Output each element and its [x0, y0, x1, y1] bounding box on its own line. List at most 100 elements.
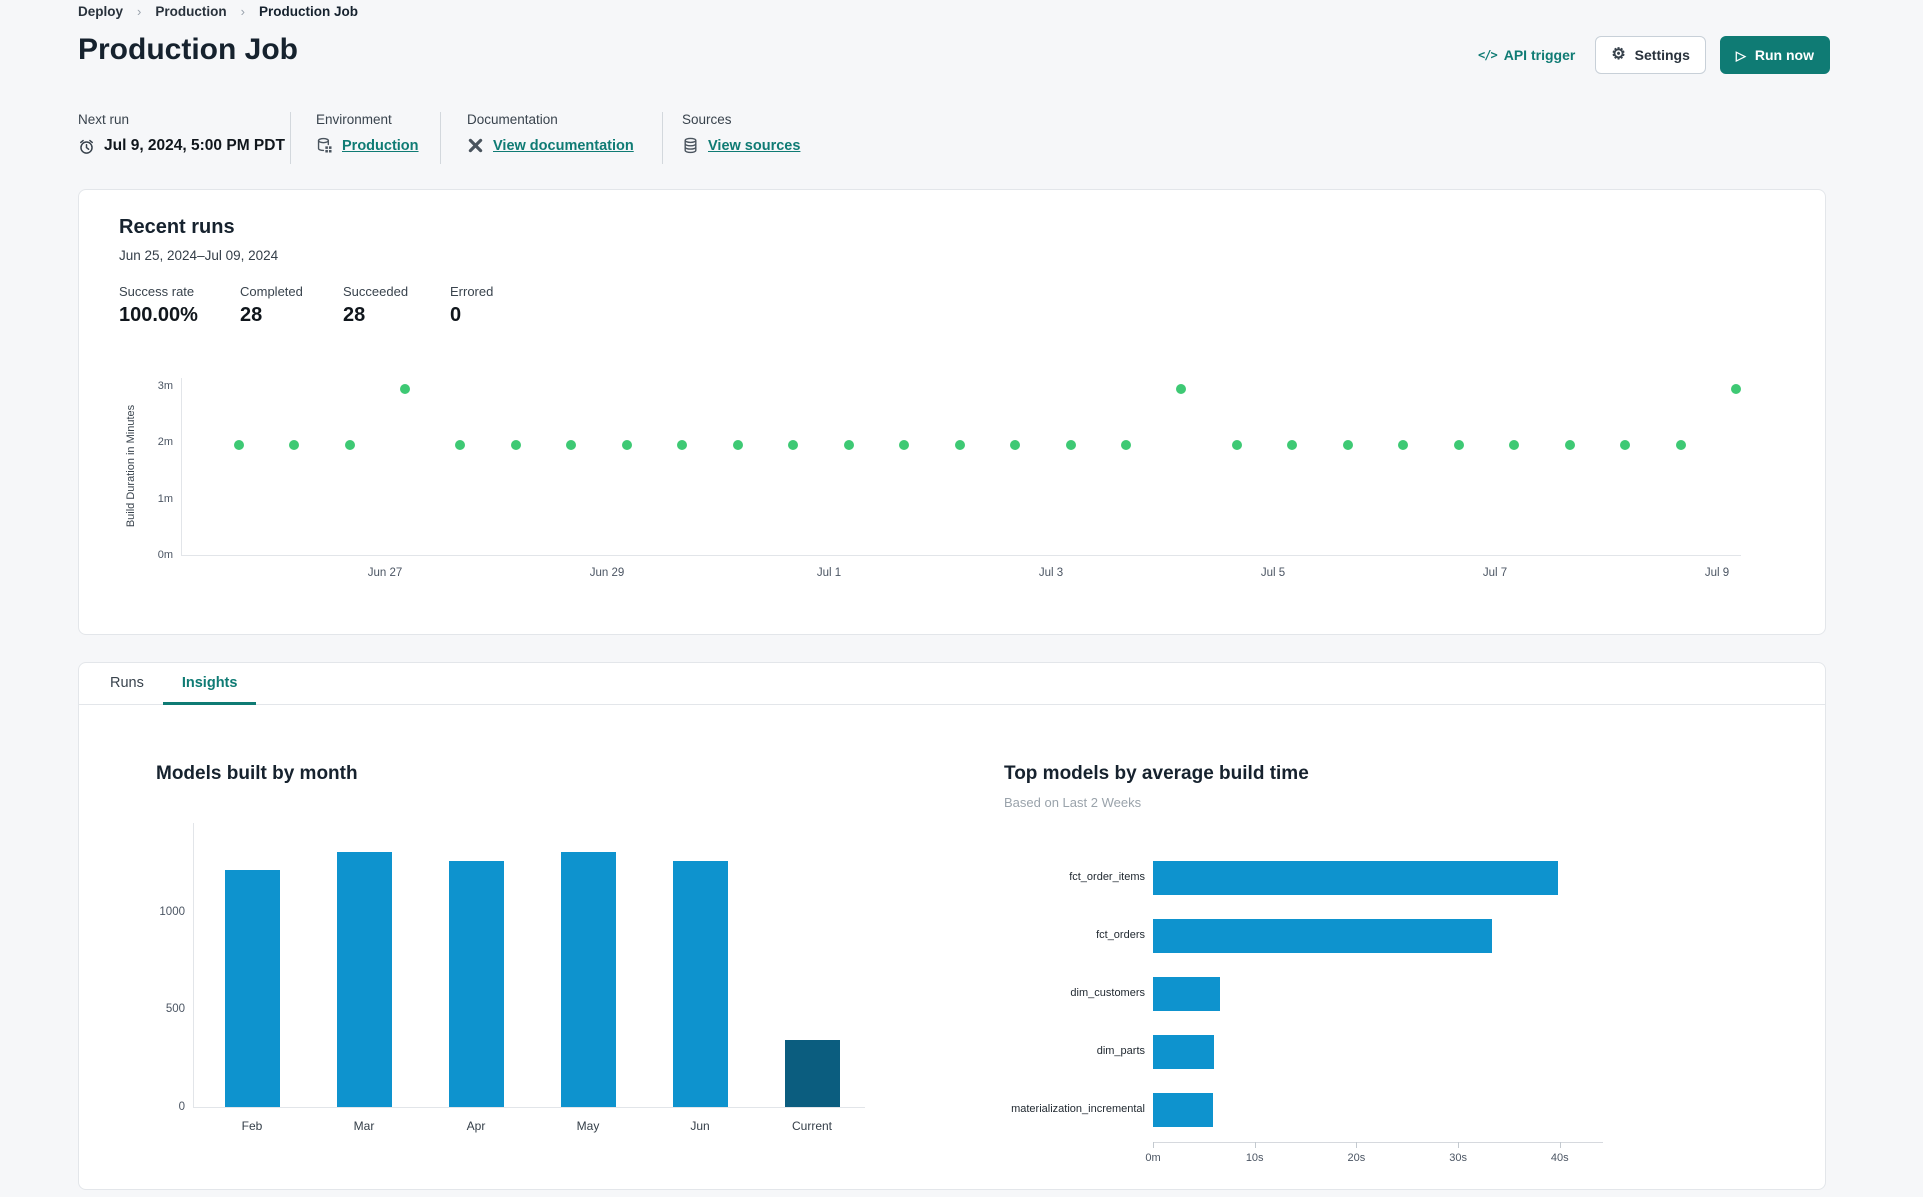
- breadcrumb-deploy[interactable]: Deploy: [78, 4, 123, 19]
- scatter-point[interactable]: [1287, 440, 1298, 451]
- y-tick-label: 1m: [157, 492, 173, 505]
- scatter-point[interactable]: [621, 440, 632, 451]
- stat-label: Succeeded: [343, 284, 409, 299]
- info-documentation: Documentation View documentation: [467, 112, 634, 154]
- scatter-point[interactable]: [1509, 440, 1520, 451]
- stat-success-rate: Success rate 100.00%: [119, 284, 198, 327]
- hbar-category-label: fct_order_items: [1069, 871, 1145, 883]
- scatter-point[interactable]: [1398, 440, 1409, 451]
- view-sources-link[interactable]: View sources: [708, 138, 800, 154]
- bar-current[interactable]: [784, 1039, 840, 1107]
- scatter-point[interactable]: [1010, 440, 1021, 451]
- y-axis-line: [193, 823, 194, 1107]
- x-tickmark: [1356, 1142, 1358, 1148]
- tab-insights[interactable]: Insights: [162, 663, 257, 705]
- info-sources: Sources View sources: [682, 112, 800, 154]
- x-tick-label: Jul 7: [1482, 567, 1508, 579]
- scatter-point[interactable]: [344, 440, 355, 451]
- recent-runs-card: Recent runs Jun 25, 2024–Jul 09, 2024 Su…: [78, 189, 1826, 635]
- scatter-point[interactable]: [510, 440, 521, 451]
- y-tick-label: 0: [178, 1101, 185, 1113]
- scatter-point[interactable]: [1176, 383, 1187, 394]
- documentation-label: Documentation: [467, 112, 558, 127]
- scatter-point[interactable]: [788, 440, 799, 451]
- scatter-point[interactable]: [1120, 440, 1131, 451]
- bar-fct_order_items[interactable]: [1153, 861, 1558, 895]
- x-tick-label: Jul 3: [1038, 567, 1064, 579]
- scatter-point[interactable]: [566, 440, 577, 451]
- bar-dim_customers[interactable]: [1153, 977, 1221, 1011]
- play-icon: ▷: [1735, 47, 1746, 63]
- page-title: Production Job: [78, 33, 298, 66]
- x-category-label: Apr: [466, 1119, 486, 1133]
- scatter-point[interactable]: [1342, 440, 1353, 451]
- sources-label: Sources: [682, 112, 732, 127]
- bar-materialization_incremental[interactable]: [1153, 1093, 1213, 1127]
- insights-card: Runs Insights Models built by month Top …: [78, 662, 1826, 1190]
- bar-feb[interactable]: [224, 869, 280, 1107]
- x-tick-label: Jul 9: [1704, 567, 1730, 579]
- scatter-point[interactable]: [1231, 440, 1242, 451]
- info-environment: Environment Production: [316, 112, 419, 154]
- stat-value: 100.00%: [119, 304, 198, 326]
- scatter-point[interactable]: [289, 440, 300, 451]
- bar-mar[interactable]: [336, 852, 392, 1107]
- x-tick-label: 40s: [1550, 1152, 1569, 1164]
- x-tick-label: Jun 27: [367, 567, 403, 579]
- scatter-point[interactable]: [1620, 440, 1631, 451]
- x-axis-line: [181, 555, 1741, 556]
- scatter-point[interactable]: [233, 440, 244, 451]
- view-documentation-link[interactable]: View documentation: [493, 138, 634, 154]
- x-tickmark: [1254, 1142, 1256, 1148]
- bar-apr[interactable]: [448, 860, 504, 1107]
- stat-value: 28: [240, 304, 263, 326]
- scatter-point[interactable]: [1731, 383, 1742, 394]
- scatter-point[interactable]: [399, 383, 410, 394]
- y-tick-label: 2m: [157, 436, 173, 449]
- scatter-point[interactable]: [455, 440, 466, 451]
- breadcrumb-production-job: Production Job: [258, 4, 358, 19]
- x-category-label: Mar: [353, 1119, 375, 1133]
- scatter-point[interactable]: [677, 440, 688, 451]
- bar-fct_orders[interactable]: [1153, 919, 1492, 953]
- bar-jun[interactable]: [672, 860, 728, 1107]
- stat-label: Completed: [240, 284, 303, 299]
- scatter-point[interactable]: [954, 440, 965, 451]
- scatter-point[interactable]: [732, 440, 743, 451]
- x-tick-label: Jun 29: [589, 567, 625, 579]
- x-category-label: May: [576, 1119, 600, 1133]
- top-models-title: Top models by average build time: [1004, 763, 1309, 784]
- environment-link[interactable]: Production: [342, 138, 419, 154]
- scatter-point[interactable]: [899, 440, 910, 451]
- database-icon: [682, 137, 699, 154]
- scatter-point[interactable]: [1453, 440, 1464, 451]
- stat-value: 28: [343, 304, 366, 326]
- tab-runs[interactable]: Runs: [91, 663, 163, 705]
- scatter-y-axis-label: Build Duration in Minutes: [125, 404, 137, 528]
- scatter-point[interactable]: [1675, 440, 1686, 451]
- code-icon: </>: [1478, 48, 1498, 62]
- scatter-point[interactable]: [1065, 440, 1076, 451]
- stat-value: 0: [450, 304, 462, 326]
- x-category-label: Current: [791, 1119, 832, 1133]
- models-by-month-title: Models built by month: [156, 763, 358, 784]
- environment-stack-icon: [316, 137, 333, 154]
- settings-button[interactable]: ⚙ Settings: [1595, 36, 1706, 74]
- alarm-clock-icon: [78, 138, 95, 155]
- api-trigger-link[interactable]: </> API trigger: [1478, 47, 1575, 63]
- x-tickmark: [1153, 1142, 1154, 1148]
- divider: [662, 112, 663, 164]
- bar-dim_parts[interactable]: [1153, 1035, 1215, 1069]
- run-now-button[interactable]: ▷ Run now: [1719, 36, 1830, 74]
- x-tick-label: Jul 5: [1260, 567, 1286, 579]
- stat-errored: Errored 0: [450, 284, 493, 327]
- x-tick-label: 20s: [1347, 1152, 1366, 1164]
- scatter-point[interactable]: [843, 440, 854, 451]
- next-run-label: Next run: [78, 112, 130, 127]
- scatter-point[interactable]: [1564, 440, 1575, 451]
- bar-may[interactable]: [560, 852, 616, 1107]
- breadcrumb-production[interactable]: Production: [155, 4, 226, 19]
- stat-label: Errored: [450, 284, 494, 299]
- x-category-label: Feb: [241, 1119, 263, 1133]
- x-tick-label: 30s: [1449, 1152, 1467, 1164]
